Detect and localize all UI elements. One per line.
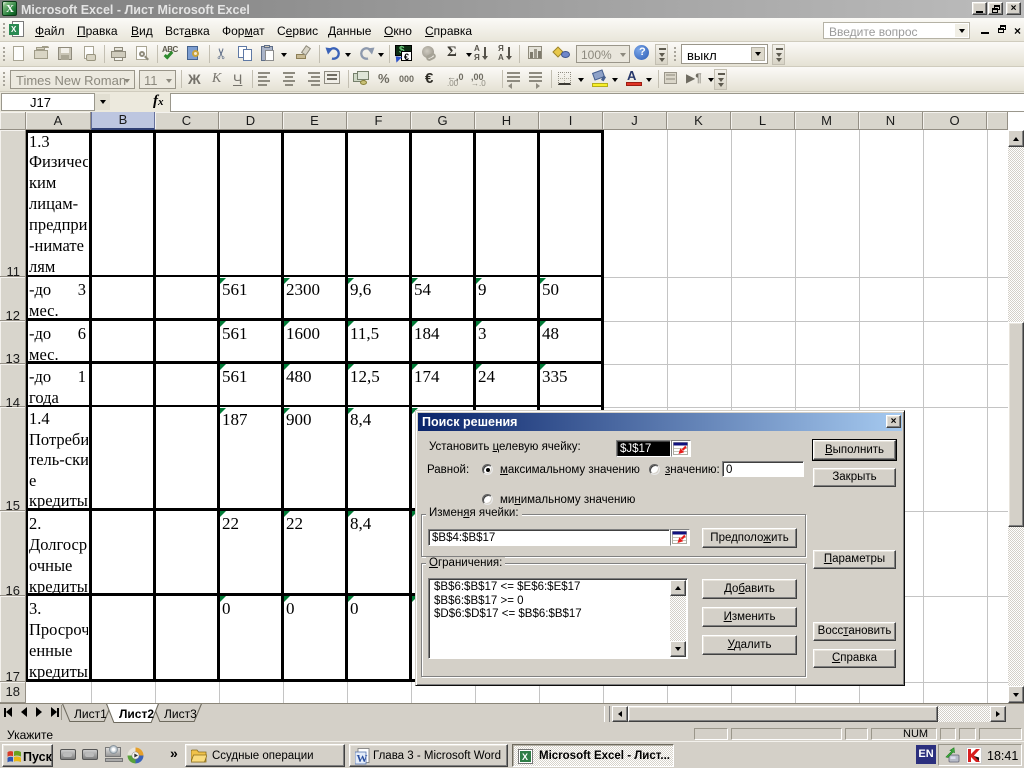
svg-text:W: W <box>357 753 368 765</box>
